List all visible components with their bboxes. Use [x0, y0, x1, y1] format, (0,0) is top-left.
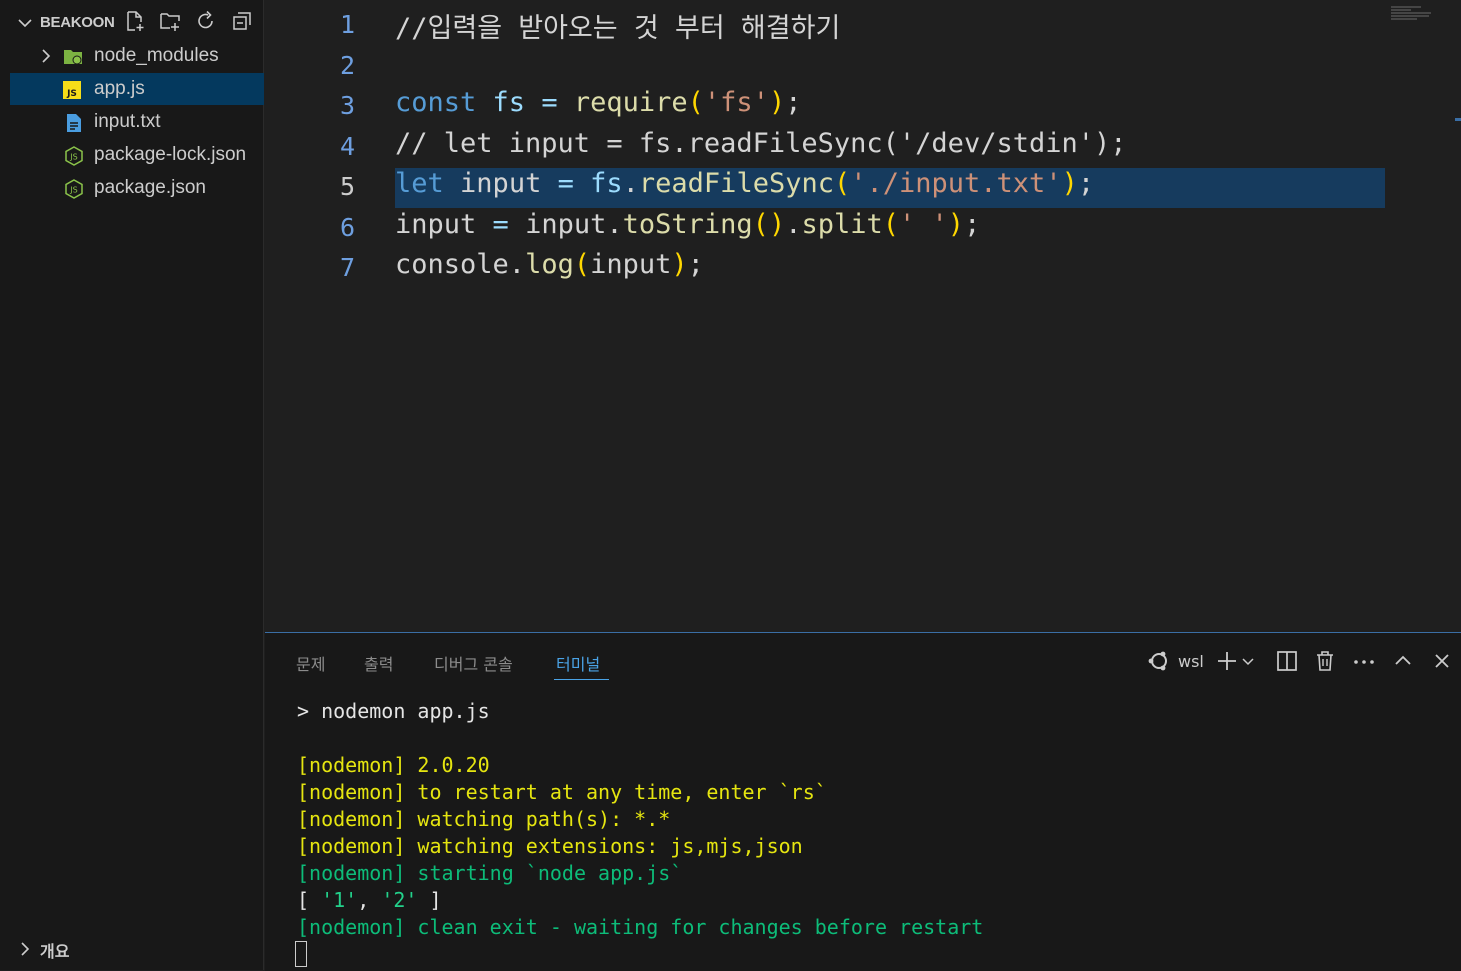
outline-label: 개요	[40, 942, 70, 961]
collapse-all-icon[interactable]	[231, 10, 253, 32]
code-line[interactable]: input = input.toString().split(' ');	[395, 209, 980, 249]
new-folder-icon[interactable]	[159, 10, 181, 32]
svg-text:JS: JS	[69, 153, 77, 162]
tree-item-label: package-lock.json	[94, 144, 247, 165]
terminal-line: [nodemon] 2.0.20	[297, 753, 490, 777]
terminal-line: [nodemon] clean exit - waiting for chang…	[297, 915, 984, 939]
explorer-sidebar: BEAKOON node_modules JS app.js input.txt…	[0, 0, 264, 970]
plus-icon[interactable]	[1215, 649, 1239, 673]
tree-item-node-modules[interactable]: node_modules	[10, 40, 264, 72]
split-terminal-icon[interactable]	[1275, 649, 1299, 673]
chevron-right-icon	[21, 942, 30, 956]
workspace-title: BEAKOON	[40, 14, 115, 31]
folder-node-icon	[64, 50, 82, 65]
trash-icon[interactable]	[1313, 649, 1337, 673]
tab-terminal[interactable]: 터미널	[556, 651, 600, 675]
terminal-line: [nodemon] watching path(s): *.*	[297, 807, 671, 831]
node-json-icon: JS	[65, 146, 83, 166]
terminal-line: > nodemon app.js	[297, 699, 490, 723]
code-line[interactable]: //입력을 받아오는 것 부터 해결하기	[395, 6, 840, 46]
terminal-line: [nodemon] starting `node app.js`	[297, 861, 683, 885]
line-number: 1	[339, 10, 355, 39]
ubuntu-icon[interactable]	[1147, 649, 1171, 673]
tree-item-package-json[interactable]: JS package.json	[10, 172, 264, 204]
node-json-icon: JS	[65, 179, 83, 199]
chevron-right-icon	[42, 49, 51, 63]
terminal-output-array: [ '1', '2' ]	[297, 888, 442, 912]
tab-output[interactable]: 출력	[364, 651, 393, 675]
close-icon[interactable]	[1430, 649, 1454, 673]
tree-item-app-js[interactable]: JS app.js	[10, 73, 264, 105]
line-number: 3	[339, 91, 355, 120]
terminal-cursor	[295, 941, 307, 967]
explorer-header[interactable]: BEAKOON	[0, 6, 264, 38]
tree-item-label: node_modules	[94, 45, 219, 66]
code-editor[interactable]: 1 2 3 4 5 6 7 //입력을 받아오는 것 부터 해결하기 const…	[265, 0, 1461, 632]
minimap[interactable]	[1391, 6, 1437, 20]
code-line[interactable]: console.log(input);	[395, 249, 704, 289]
code-line[interactable]: let input = fs.readFileSync('./input.txt…	[395, 168, 1094, 208]
svg-text:JS: JS	[69, 186, 77, 195]
code-line[interactable]: const fs = require('fs');	[395, 87, 801, 127]
line-number: 2	[339, 51, 355, 80]
outline-section-header[interactable]: 개요	[0, 934, 264, 964]
bottom-panel: 문제 출력 디버그 콘솔 터미널 wsl > nodemon app.js [n…	[265, 632, 1461, 971]
tree-item-label: input.txt	[94, 111, 161, 132]
terminal-line: [nodemon] to restart at any time, enter …	[297, 780, 827, 804]
active-tab-indicator	[554, 679, 609, 680]
line-number: 7	[339, 253, 355, 282]
terminal-profile-label[interactable]: wsl	[1178, 652, 1204, 671]
tree-item-package-lock-json[interactable]: JS package-lock.json	[10, 139, 264, 171]
tab-debug-console[interactable]: 디버그 콘솔	[434, 651, 513, 675]
new-file-icon[interactable]	[124, 10, 146, 32]
tab-problems[interactable]: 문제	[296, 651, 325, 675]
line-number: 4	[339, 132, 355, 161]
tree-item-label: package.json	[94, 177, 206, 198]
js-file-icon: JS	[63, 81, 81, 99]
code-line[interactable]: // let input = fs.readFileSync('/dev/std…	[395, 128, 1127, 168]
refresh-icon[interactable]	[195, 10, 217, 32]
chevron-down-icon[interactable]	[1240, 649, 1256, 673]
line-number: 5	[339, 172, 355, 201]
more-actions-icon[interactable]	[1352, 649, 1376, 673]
maximize-panel-icon[interactable]	[1391, 649, 1415, 673]
terminal-line: [nodemon] watching extensions: js,mjs,js…	[297, 834, 803, 858]
chevron-down-icon[interactable]	[17, 15, 33, 31]
tree-item-label: app.js	[94, 78, 145, 99]
line-number: 6	[339, 213, 355, 242]
svg-text:JS: JS	[66, 89, 77, 99]
scrollbar-marker	[1455, 118, 1461, 121]
text-file-icon	[67, 114, 81, 132]
tree-item-input-txt[interactable]: input.txt	[10, 106, 264, 138]
